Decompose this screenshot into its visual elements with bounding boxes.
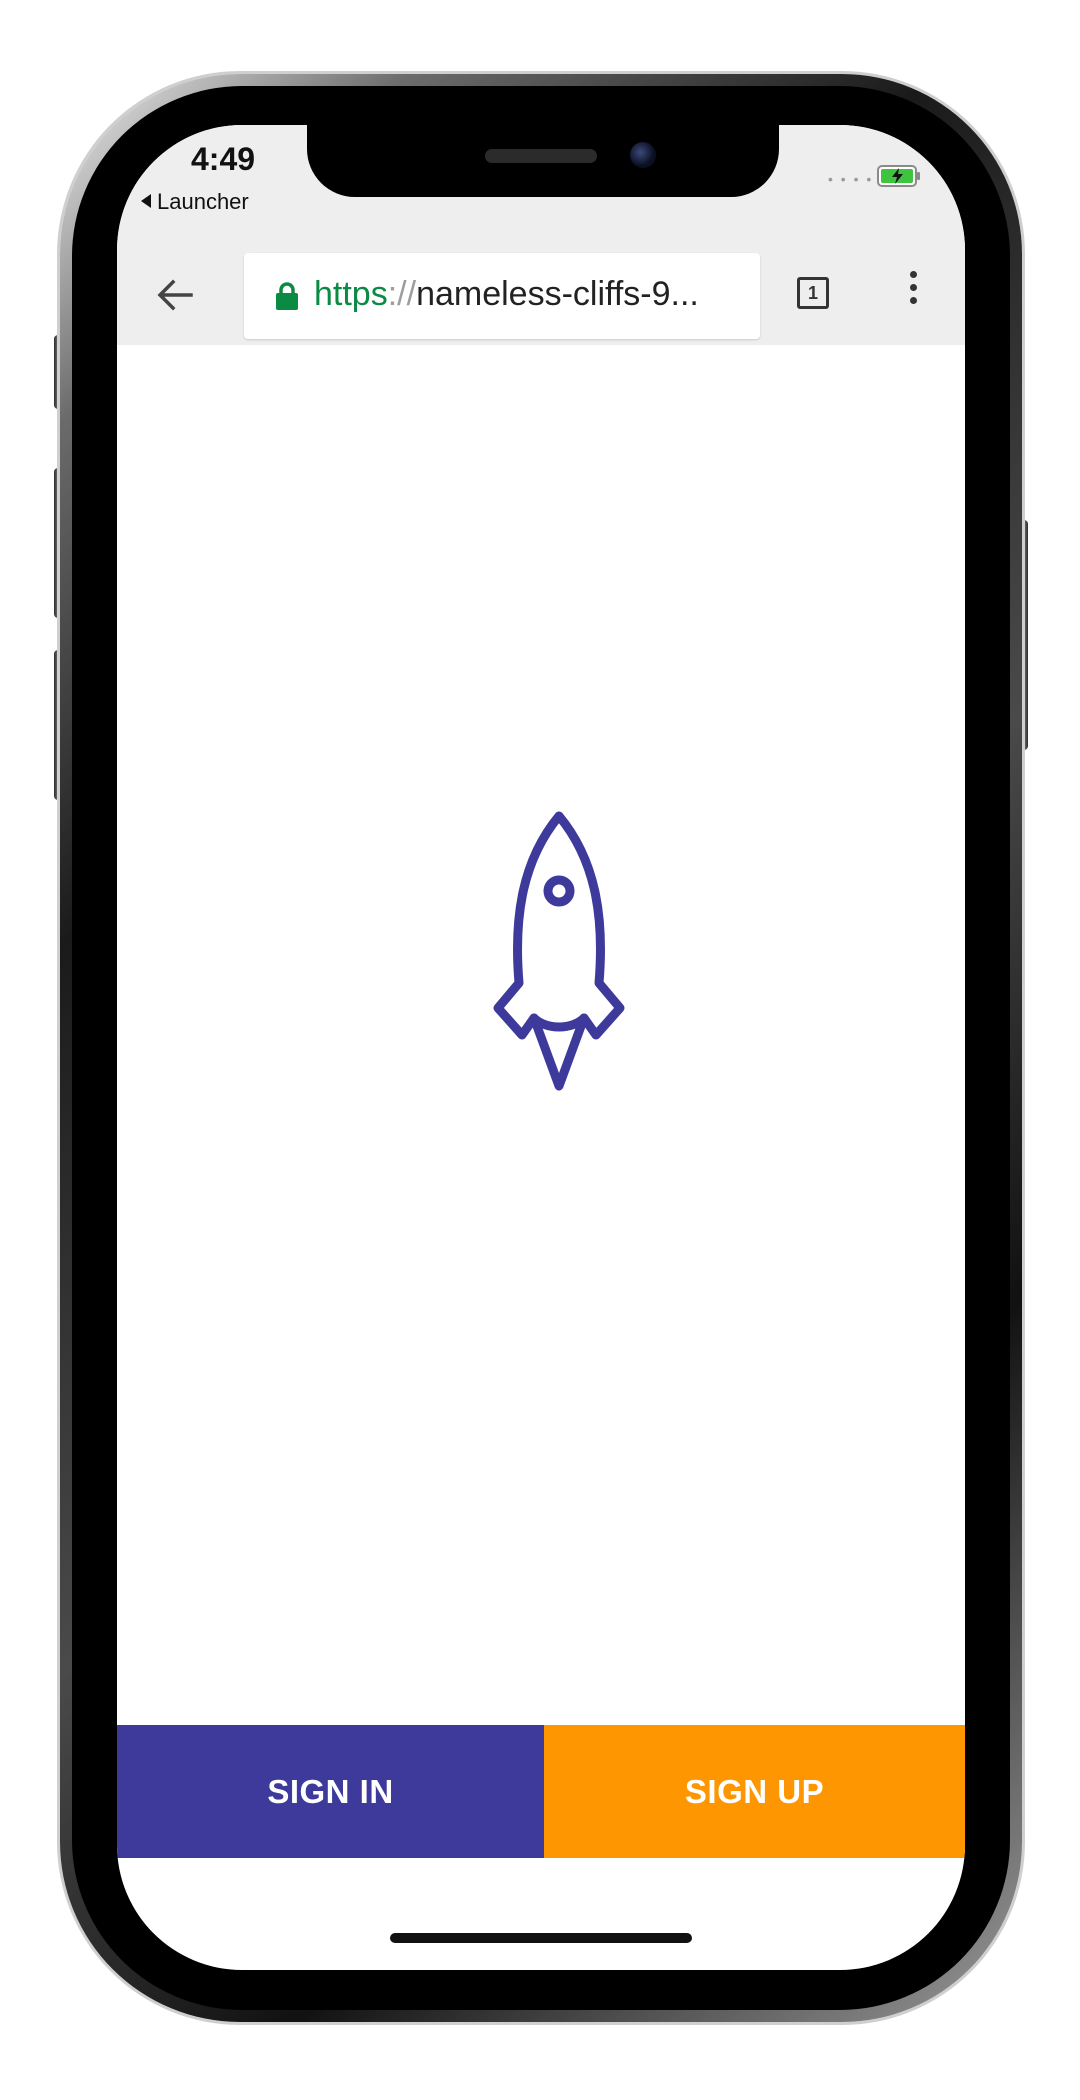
address-bar[interactable]: https://nameless-cliffs-9...	[244, 253, 760, 339]
earpiece-speaker	[485, 149, 597, 163]
url-separator: ://	[387, 275, 417, 313]
menu-dot	[909, 271, 917, 278]
url-scheme: https	[314, 275, 388, 313]
stage: 4:49 Launcher • • • • https://nameless-c…	[0, 0, 1080, 2100]
menu-dot	[909, 284, 917, 291]
rocket-icon	[493, 811, 625, 1091]
phone-screen: 4:49 Launcher • • • • https://nameless-c…	[117, 125, 965, 1970]
browser-toolbar: https://nameless-cliffs-9... 1	[117, 243, 965, 345]
home-indicator[interactable]	[390, 1933, 692, 1943]
back-arrow-icon[interactable]	[155, 275, 195, 315]
url-text: https://nameless-cliffs-9...	[314, 275, 699, 314]
signal-dots-icon: • • • •	[828, 171, 874, 187]
front-camera	[630, 142, 656, 168]
url-host: nameless-cliffs-9...	[416, 275, 699, 313]
tab-switcher-button[interactable]: 1	[797, 277, 829, 309]
back-to-app-link[interactable]: Launcher	[141, 189, 249, 215]
battery-charging-icon	[877, 165, 920, 187]
menu-dot	[909, 297, 917, 304]
back-triangle-icon	[141, 194, 151, 208]
sign-up-button[interactable]: SIGN UP	[544, 1725, 965, 1858]
lock-icon	[276, 282, 298, 310]
status-time: 4:49	[191, 141, 256, 177]
back-app-label: Launcher	[157, 189, 249, 214]
sign-in-button[interactable]: SIGN IN	[117, 1725, 544, 1858]
overflow-menu-icon[interactable]	[908, 271, 918, 315]
